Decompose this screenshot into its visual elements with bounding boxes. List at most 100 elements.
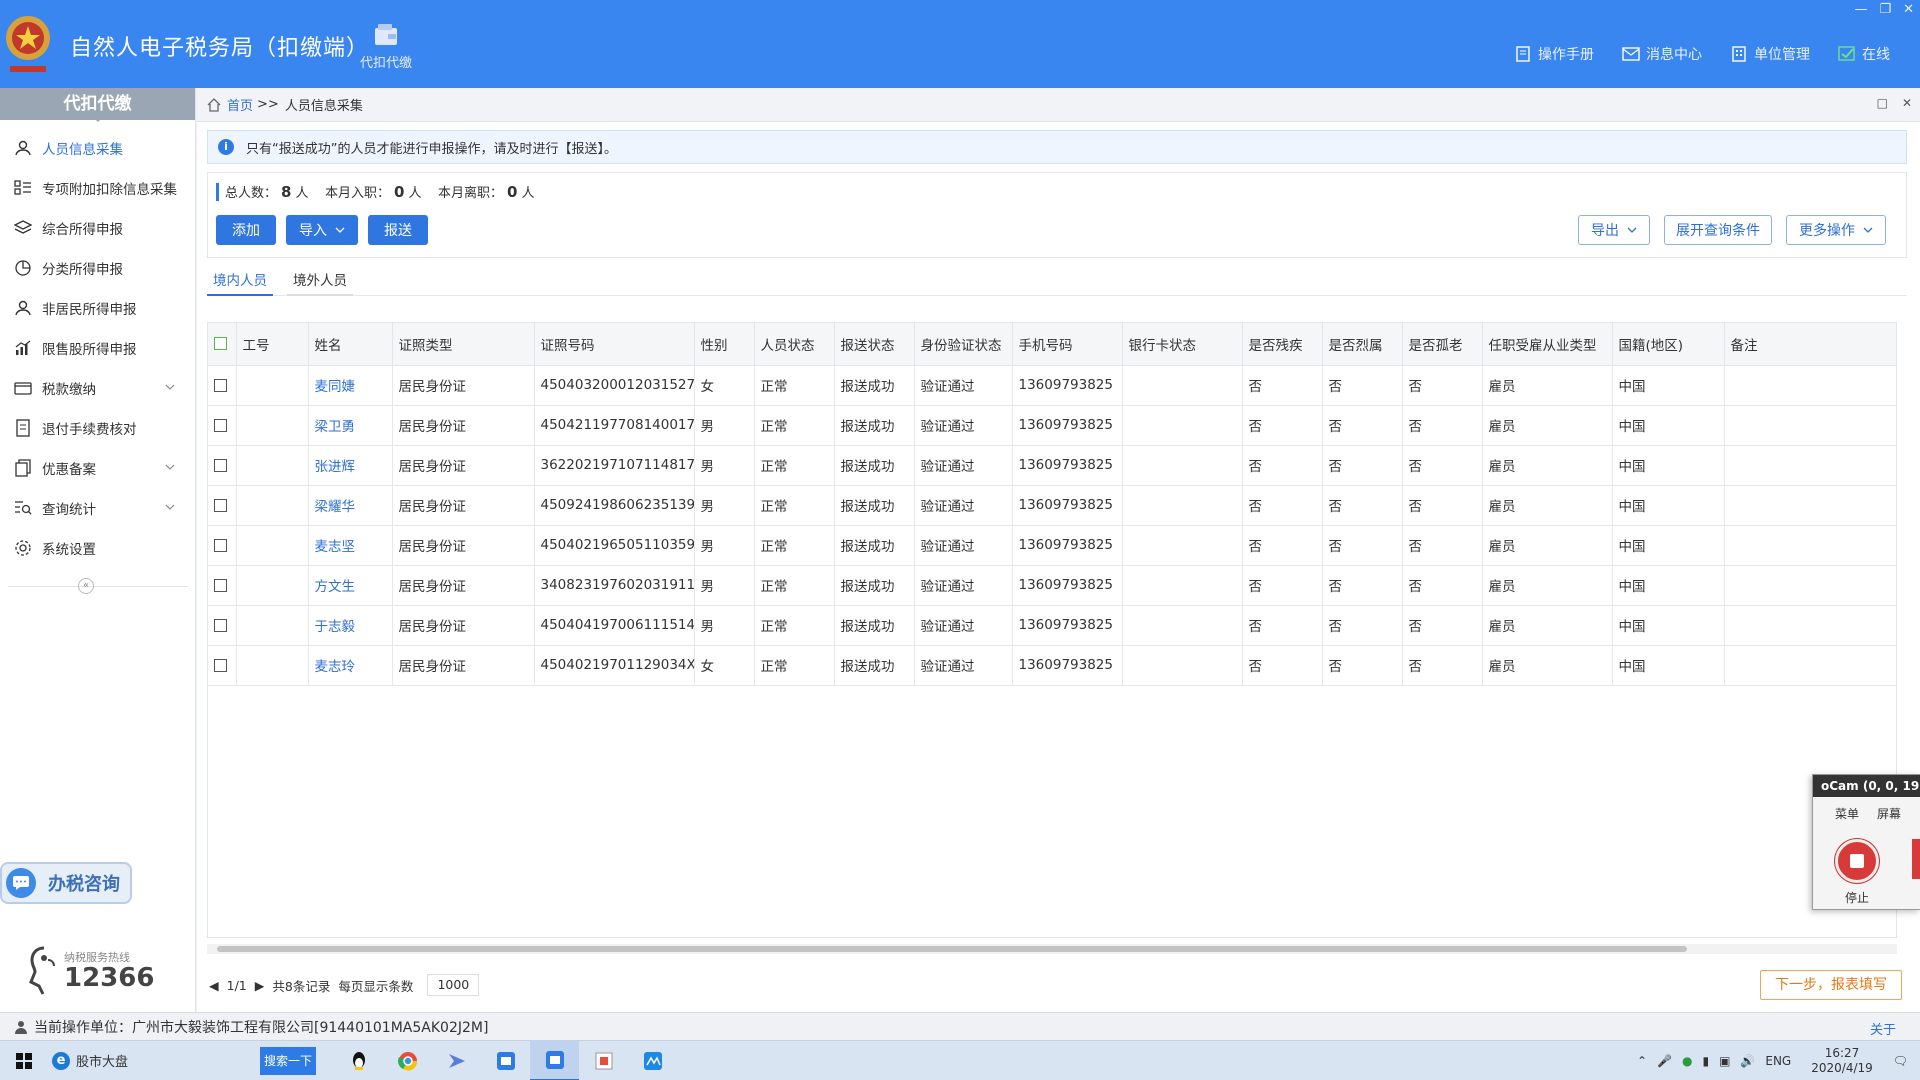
person-name-link[interactable]: 梁卫勇 <box>308 405 393 446</box>
column-header[interactable]: 工号 <box>236 323 309 366</box>
sidebar-item-tax-payment[interactable]: 税款缴纳 <box>0 368 195 408</box>
column-header[interactable]: 性别 <box>694 323 755 366</box>
header-nav-online[interactable]: 在线 <box>1838 44 1890 64</box>
select-all-checkbox[interactable] <box>208 323 237 366</box>
person-name-link[interactable]: 麦同婕 <box>308 365 393 406</box>
restore-icon[interactable]: ❐ <box>1879 2 1891 17</box>
column-header[interactable]: 是否残疾 <box>1242 323 1323 366</box>
table-row[interactable]: 于志毅 居民身份证 450404197006111514 男正常 报送成功 验证通过 136… <box>208 605 1896 646</box>
column-header[interactable]: 备注 <box>1724 323 1896 366</box>
person-name-link[interactable]: 麦志坚 <box>308 525 393 566</box>
import-button[interactable]: 导入 <box>286 215 358 245</box>
export-button[interactable]: 导出 <box>1578 215 1650 245</box>
table-row[interactable]: 梁卫勇 居民身份证 450421197708140017 男正常 报送成功 验证通过 136… <box>208 405 1896 446</box>
maximize-tab-icon[interactable]: □ <box>1877 96 1888 110</box>
more-actions-button[interactable]: 更多操作 <box>1786 215 1886 245</box>
close-tab-icon[interactable]: ✕ <box>1902 96 1912 110</box>
column-header[interactable]: 银行卡状态 <box>1122 323 1243 366</box>
person-name-link[interactable]: 张进辉 <box>308 445 393 486</box>
tray-expand-icon[interactable]: ⌃ <box>1637 1054 1647 1068</box>
ocam-menu-item[interactable]: 菜单 <box>1835 805 1859 822</box>
microphone-icon[interactable]: 🎤 <box>1657 1054 1672 1068</box>
tab-foreign[interactable]: 境外人员 <box>287 266 353 296</box>
expand-query-button[interactable]: 展开查询条件 <box>1664 215 1772 245</box>
table-row[interactable]: 麦志坚 居民身份证 450402196505110359 男正常 报送成功 验证通过 136… <box>208 525 1896 566</box>
tax-app-active-icon[interactable] <box>530 1040 579 1080</box>
next-page-icon[interactable]: ▶ <box>255 978 265 993</box>
sidebar-item-system-settings[interactable]: 系统设置 <box>0 528 195 568</box>
table-row[interactable]: 方文生 居民身份证 340823197602031911 男正常 报送成功 验证通过 136… <box>208 565 1896 606</box>
sidebar-item-refund-fee[interactable]: 退付手续费核对 <box>0 408 195 448</box>
row-checkbox[interactable] <box>208 405 237 446</box>
close-icon[interactable]: ✕ <box>1903 2 1914 17</box>
network-icon[interactable]: ▣ <box>1719 1054 1730 1068</box>
input-language[interactable]: ENG <box>1765 1054 1791 1068</box>
row-checkbox[interactable] <box>208 445 237 486</box>
row-checkbox[interactable] <box>208 605 237 646</box>
column-header[interactable]: 国籍(地区) <box>1612 323 1725 366</box>
table-row[interactable]: 张进辉 居民身份证 362202197107114817 男正常 报送成功 验证通过 136… <box>208 445 1896 486</box>
battery-icon[interactable]: ▮ <box>1702 1054 1709 1068</box>
add-button[interactable]: 添加 <box>216 215 276 245</box>
person-name-link[interactable]: 麦志玲 <box>308 645 393 686</box>
person-name-link[interactable]: 于志毅 <box>308 605 393 646</box>
volume-icon[interactable]: 🔊 <box>1740 1054 1755 1068</box>
column-header[interactable]: 手机号码 <box>1012 323 1123 366</box>
column-header[interactable]: 报送状态 <box>834 323 915 366</box>
sidebar-item-comprehensive-income[interactable]: 综合所得申报 <box>0 208 195 248</box>
sidebar-item-classified-income[interactable]: 分类所得申报 <box>0 248 195 288</box>
sidebar-item-query-stats[interactable]: 查询统计 <box>0 488 195 528</box>
home-icon[interactable] <box>207 97 221 112</box>
horizontal-scrollbar[interactable] <box>207 944 1897 954</box>
tab-domestic[interactable]: 境内人员 <box>207 266 273 296</box>
submit-button[interactable]: 报送 <box>368 215 428 245</box>
person-name-link[interactable]: 梁耀华 <box>308 485 393 526</box>
taskbar-search[interactable]: e 股市大盘 <box>48 1045 208 1077</box>
sidebar-item-personnel-info[interactable]: 人员信息采集 <box>0 128 195 168</box>
person-name-link[interactable]: 方文生 <box>308 565 393 606</box>
column-header[interactable]: 是否孤老 <box>1402 323 1483 366</box>
header-nav-units[interactable]: 单位管理 <box>1730 44 1810 64</box>
header-nav-messages[interactable]: 消息中心 <box>1622 44 1702 64</box>
sidebar-collapse-icon[interactable]: « <box>78 578 94 594</box>
row-checkbox[interactable] <box>208 525 237 566</box>
column-header[interactable]: 证照类型 <box>392 323 535 366</box>
table-row[interactable]: 麦志玲 居民身份证 45040219701129034X 女正常 报送成功 验证通过 136… <box>208 645 1896 686</box>
row-checkbox[interactable] <box>208 485 237 526</box>
ocam-screen-item[interactable]: 屏幕 <box>1877 805 1901 822</box>
qq-icon[interactable] <box>334 1041 383 1080</box>
about-link[interactable]: 关于 <box>1870 1019 1896 1038</box>
breadcrumb-home-link[interactable]: 首页 <box>227 95 253 114</box>
recorder-app-icon[interactable] <box>579 1041 628 1080</box>
table-row[interactable]: 梁耀华 居民身份证 450924198606235139 男正常 报送成功 验证通过 136… <box>208 485 1896 526</box>
sidebar-item-restricted-stock[interactable]: 限售股所得申报 <box>0 328 195 368</box>
taskbar-search-button[interactable]: 搜索一下 <box>260 1046 316 1075</box>
column-header[interactable]: 是否烈属 <box>1322 323 1403 366</box>
scrollbar-thumb[interactable] <box>217 946 1687 952</box>
header-nav-manual[interactable]: 操作手册 <box>1514 44 1594 64</box>
tax-consult-button[interactable]: 办税咨询 <box>0 862 132 904</box>
column-header[interactable]: 任职受雇从业类型 <box>1482 323 1613 366</box>
cloud-app-icon[interactable] <box>628 1041 677 1080</box>
column-header[interactable]: 身份验证状态 <box>914 323 1013 366</box>
row-checkbox[interactable] <box>208 365 237 406</box>
stop-record-icon[interactable] <box>1835 839 1879 883</box>
tile-withholding[interactable]: 代扣代缴 <box>348 22 424 71</box>
sidebar-item-nonresident-income[interactable]: 非居民所得申报 <box>0 288 195 328</box>
page-size-input[interactable]: 1000 <box>427 974 480 996</box>
taskbar-clock[interactable]: 16:27 2020/4/19 <box>1811 1046 1873 1076</box>
table-row[interactable]: 麦同婕 居民身份证 450403200012031527 女正常 报送成功 验证通过 136… <box>208 365 1896 406</box>
chrome-icon[interactable] <box>383 1041 432 1080</box>
tax-app-icon[interactable] <box>481 1041 530 1080</box>
bird-app-icon[interactable] <box>432 1041 481 1080</box>
start-button[interactable] <box>0 1052 48 1070</box>
column-header[interactable]: 姓名 <box>308 323 393 366</box>
tray-app-icon[interactable]: ● <box>1682 1054 1692 1068</box>
notification-icon[interactable]: 🗨 <box>1893 1054 1908 1068</box>
prev-page-icon[interactable]: ◀ <box>209 978 219 993</box>
row-checkbox[interactable] <box>208 645 237 686</box>
column-header[interactable]: 证照号码 <box>534 323 695 366</box>
minimize-icon[interactable]: — <box>1854 2 1867 17</box>
sidebar-item-special-deduction[interactable]: 专项附加扣除信息采集 <box>0 168 195 208</box>
row-checkbox[interactable] <box>208 565 237 606</box>
